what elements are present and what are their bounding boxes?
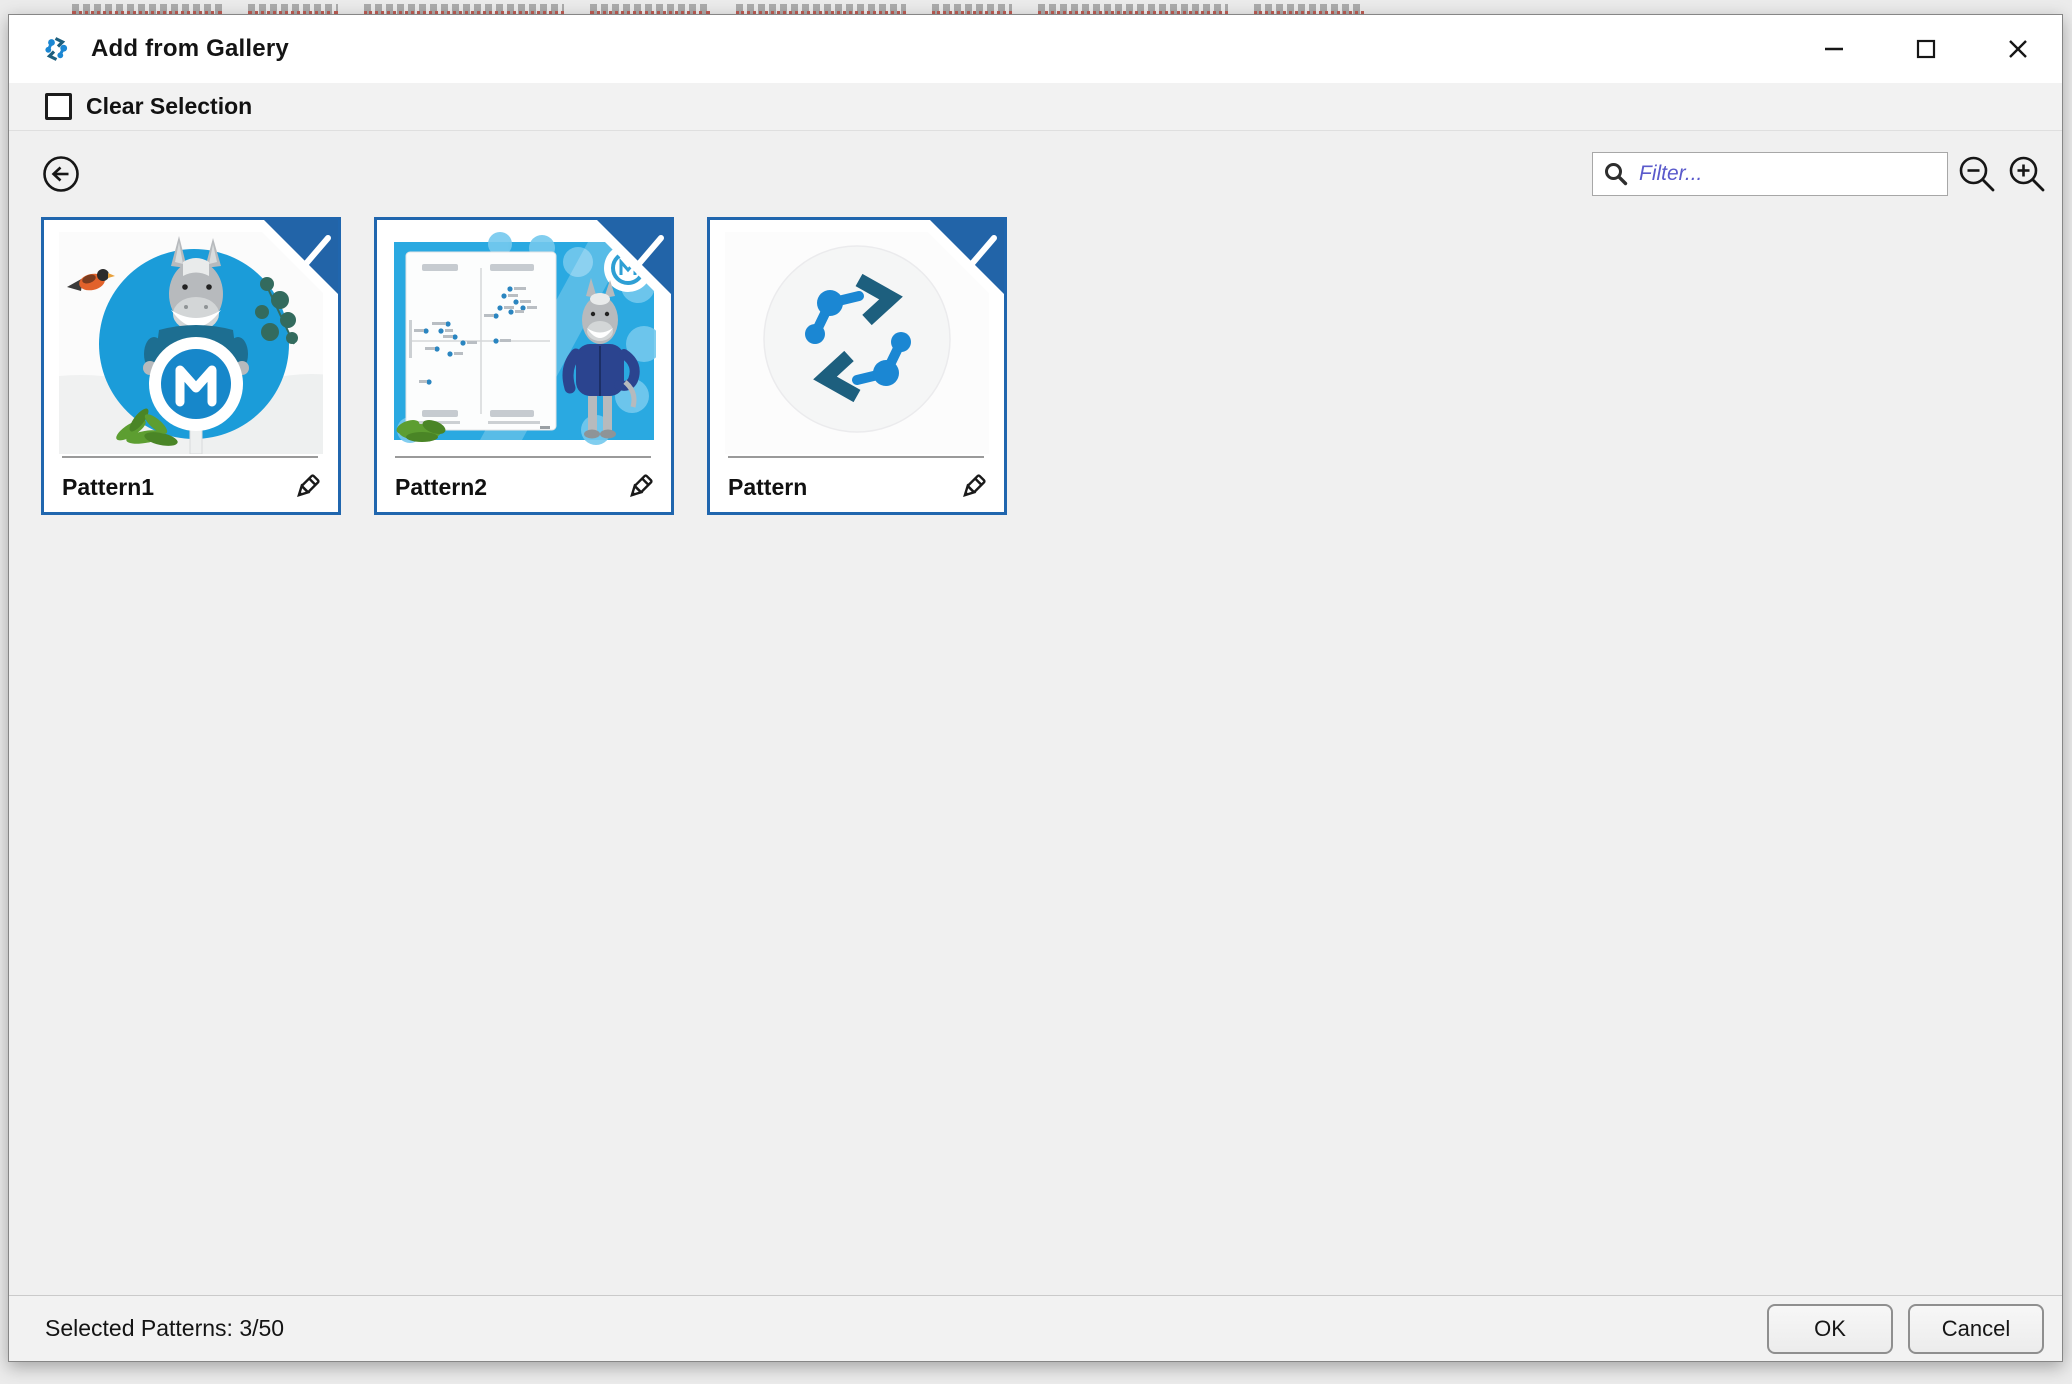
window-title: Add from Gallery [91, 35, 289, 63]
mulesoft-logo-badge [149, 337, 243, 431]
card-divider [62, 456, 318, 458]
filter-input[interactable] [1639, 162, 1937, 186]
pattern-card-pattern1[interactable]: Pattern1 [41, 217, 341, 515]
zoom-out-icon [1956, 153, 1998, 195]
pattern-name: Pattern2 [395, 474, 487, 501]
card-footer: Pattern2 [395, 462, 657, 512]
pencil-icon [290, 470, 324, 504]
rename-pattern-button[interactable] [956, 470, 990, 504]
card-footer: Pattern [728, 462, 990, 512]
clear-selection-checkbox[interactable] [45, 93, 72, 120]
selected-check-corner [250, 220, 338, 308]
search-icon [1603, 161, 1629, 187]
minimize-icon [1821, 36, 1847, 62]
rename-pattern-button[interactable] [290, 470, 324, 504]
card-divider [395, 456, 651, 458]
clear-selection-label: Clear Selection [86, 93, 252, 120]
gallery-content: Pattern1 [9, 131, 2062, 1295]
zoom-in-button[interactable] [2006, 153, 2048, 195]
pattern-name: Pattern1 [62, 474, 154, 501]
background-text-remnant [72, 0, 2032, 14]
background-text-remnant [1038, 4, 1228, 14]
selected-check-corner [916, 220, 1004, 308]
back-arrow-icon [41, 154, 81, 194]
ok-button[interactable]: OK [1767, 1304, 1893, 1354]
card-divider [728, 456, 984, 458]
gallery-toolbar [9, 131, 2062, 209]
background-text-remnant [248, 4, 338, 14]
pattern-name: Pattern [728, 474, 807, 501]
pattern-card-grid: Pattern1 [9, 217, 2062, 515]
whiteboard-quadrant-chart [406, 252, 556, 430]
card-footer: Pattern1 [62, 462, 324, 512]
background-text-remnant [1254, 4, 1364, 14]
back-button[interactable] [41, 154, 81, 194]
pattern-card-pattern2[interactable]: Pattern2 [374, 217, 674, 515]
close-button[interactable] [2000, 31, 2036, 67]
dialog-footer: Selected Patterns: 3/50 OK Cancel [9, 1295, 2062, 1361]
background-text-remnant [590, 4, 710, 14]
background-text-remnant [736, 4, 906, 14]
filter-box[interactable] [1592, 152, 1948, 196]
title-bar: Add from Gallery [9, 15, 2062, 83]
zoom-out-button[interactable] [1956, 153, 1998, 195]
cancel-button[interactable]: Cancel [1908, 1304, 2044, 1354]
desktop-background: Add from Gallery [0, 0, 2072, 1384]
pencil-icon [623, 470, 657, 504]
background-text-remnant [932, 4, 1012, 14]
rename-pattern-button[interactable] [623, 470, 657, 504]
pencil-icon [956, 470, 990, 504]
background-text-remnant [364, 4, 564, 14]
selection-bar: Clear Selection [9, 83, 2062, 131]
close-icon [2005, 36, 2031, 62]
pattern-card-pattern[interactable]: Pattern [707, 217, 1007, 515]
maximize-button[interactable] [1908, 31, 1944, 67]
selected-check-corner [583, 220, 671, 308]
zoom-in-icon [2006, 153, 2048, 195]
maximize-icon [1913, 36, 1939, 62]
minimize-button[interactable] [1816, 31, 1852, 67]
background-text-remnant [72, 4, 222, 14]
flow-app-icon [41, 34, 71, 64]
window-controls [1816, 31, 2048, 67]
add-from-gallery-dialog: Add from Gallery [8, 14, 2063, 1362]
selected-patterns-status: Selected Patterns: 3/50 [45, 1315, 1767, 1342]
